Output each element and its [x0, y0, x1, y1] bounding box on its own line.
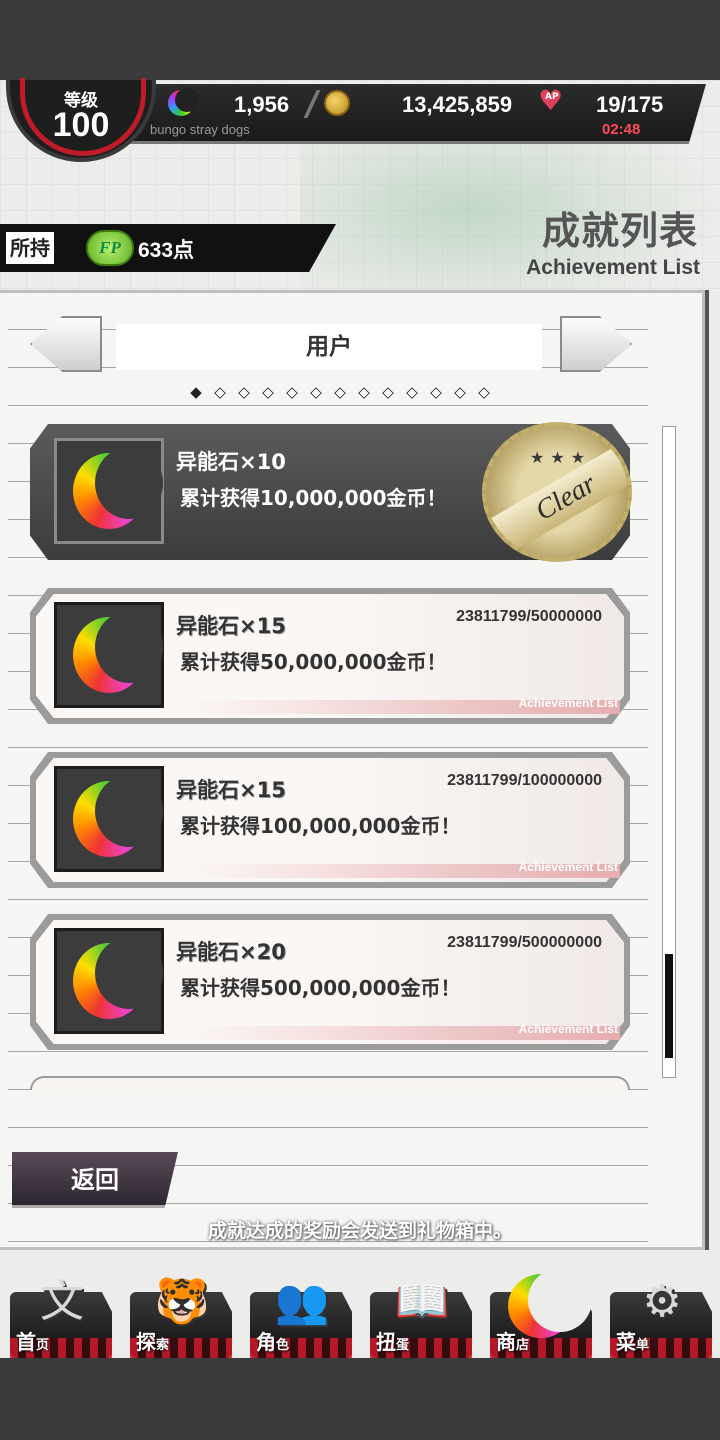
category-page-indicator: ◆ ◇ ◇ ◇ ◇ ◇ ◇ ◇ ◇ ◇ ◇ ◇ ◇: [188, 384, 492, 400]
reward-icon-frame: [54, 602, 164, 708]
system-top-bar: [0, 0, 720, 80]
ap-heart-icon: ♥ AP: [538, 84, 564, 117]
game-subtitle: bungo stray dogs: [150, 122, 250, 137]
page-dot[interactable]: ◇: [236, 384, 252, 400]
ability-stone-icon: [73, 775, 163, 857]
nav-explore[interactable]: 🐯 探索: [126, 1274, 236, 1358]
nav-label: 首页: [16, 1330, 50, 1354]
nav-shop[interactable]: 商店: [486, 1268, 596, 1358]
card-tag: Achievement List: [518, 860, 618, 874]
bungo-logo-icon: 文: [40, 1276, 84, 1327]
page-dot[interactable]: ◇: [212, 384, 228, 400]
nav-label: 角色: [256, 1330, 290, 1354]
page-dot[interactable]: ◇: [332, 384, 348, 400]
nav-home[interactable]: 文 首页: [6, 1274, 116, 1358]
achievement-description: 累计获得500,000,000金币！: [180, 976, 461, 1000]
divider: [303, 90, 321, 118]
clear-seal-stamp: ★★★ Clear: [482, 422, 632, 562]
owned-label: 所持: [6, 232, 54, 264]
reward-notice: 成就达成的奖励会发送到礼物箱中。: [207, 1220, 512, 1242]
reward-icon-frame: [54, 438, 164, 544]
page-dot[interactable]: ◇: [428, 384, 444, 400]
nav-gacha[interactable]: 📖 扭蛋: [366, 1274, 476, 1358]
achievement-description: 累计获得100,000,000金币！: [180, 814, 461, 838]
level-value: 100: [52, 106, 110, 144]
page-dot[interactable]: ◇: [404, 384, 420, 400]
page-dot[interactable]: ◇: [260, 384, 276, 400]
ability-stone-icon: [73, 447, 163, 529]
nav-label: 菜单: [616, 1330, 650, 1354]
card-tag: Achievement List: [518, 1022, 618, 1036]
bottom-navigation: 文 首页 🐯 探索 👥 角色 📖 扭蛋 商店 ⚙ 菜单: [0, 1254, 720, 1358]
reward-icon-frame: [54, 766, 164, 872]
next-achievement-card-peek: [30, 1076, 630, 1090]
ability-stone-icon: [73, 611, 163, 693]
ap-heart-text: AP: [545, 92, 559, 102]
ap-count: 19/175: [596, 92, 664, 117]
page-dot[interactable]: ◇: [476, 384, 492, 400]
nav-label: 扭蛋: [376, 1330, 410, 1354]
resource-status-bar: 1,956 13,425,859 ♥ AP 19/175 bungo stray …: [130, 84, 706, 144]
page-dot[interactable]: ◇: [284, 384, 300, 400]
gold-coin-icon: [324, 90, 350, 116]
ap-recovery-timer: 02:48: [602, 121, 641, 138]
page-dot-active[interactable]: ◆: [188, 384, 204, 400]
book-icon: 📖: [394, 1276, 450, 1327]
page-subtitle: Achievement List: [526, 256, 700, 279]
fp-points: 633点: [138, 239, 195, 262]
ability-stone-icon: [73, 937, 163, 1019]
reward-text: 异能石×15: [176, 614, 286, 638]
system-bottom-bar: [0, 1358, 720, 1440]
achievement-card[interactable]: 异能石×15 23811799/100000000 累计获得100,000,00…: [30, 752, 630, 888]
reward-text: 异能石×20: [176, 940, 286, 964]
achievement-description: 累计获得10,000,000金币！: [180, 486, 447, 510]
nav-label: 探索: [136, 1330, 170, 1354]
achievement-card-cleared[interactable]: 异能石×10 累计获得10,000,000金币！ ★★★ Clear: [30, 422, 632, 562]
card-tag: Achievement List: [518, 696, 618, 710]
friend-points-banner: 所持 FP 633点: [0, 224, 336, 272]
achievement-card[interactable]: 异能石×15 23811799/50000000 累计获得50,000,000金…: [30, 588, 630, 724]
gear-icon: ⚙: [642, 1276, 682, 1327]
achievement-description: 累计获得50,000,000金币！: [180, 650, 447, 674]
page-dot[interactable]: ◇: [452, 384, 468, 400]
achievement-progress: 23811799/500000000: [447, 934, 602, 951]
scrollbar-thumb[interactable]: [665, 954, 673, 1058]
nav-menu[interactable]: ⚙ 菜单: [606, 1274, 716, 1358]
reward-text: 异能石×15: [176, 778, 286, 802]
characters-icon: 👥: [274, 1276, 330, 1327]
reward-text: 异能石×10: [176, 450, 286, 474]
achievement-progress: 23811799/100000000: [447, 772, 602, 789]
nav-characters[interactable]: 👥 角色: [246, 1274, 356, 1358]
page-dot[interactable]: ◇: [380, 384, 396, 400]
nav-label: 商店: [496, 1330, 530, 1354]
reward-icon-frame: [54, 928, 164, 1034]
back-button[interactable]: 返回: [12, 1152, 178, 1208]
achievement-progress: 23811799/50000000: [456, 608, 602, 625]
ability-stone-count: 1,956: [234, 92, 290, 117]
category-label: 用户: [116, 324, 542, 370]
seal-stars: ★★★: [530, 448, 592, 467]
page-title: 成就列表: [541, 209, 698, 253]
page-dot[interactable]: ◇: [308, 384, 324, 400]
fp-badge-icon: FP: [86, 230, 134, 266]
tiger-icon: 🐯: [154, 1276, 210, 1327]
achievement-card[interactable]: 异能石×20 23811799/500000000 累计获得500,000,00…: [30, 914, 630, 1050]
gold-coin-count: 13,425,859: [402, 92, 513, 117]
page-dot[interactable]: ◇: [356, 384, 372, 400]
ability-stone-icon: [168, 88, 199, 116]
